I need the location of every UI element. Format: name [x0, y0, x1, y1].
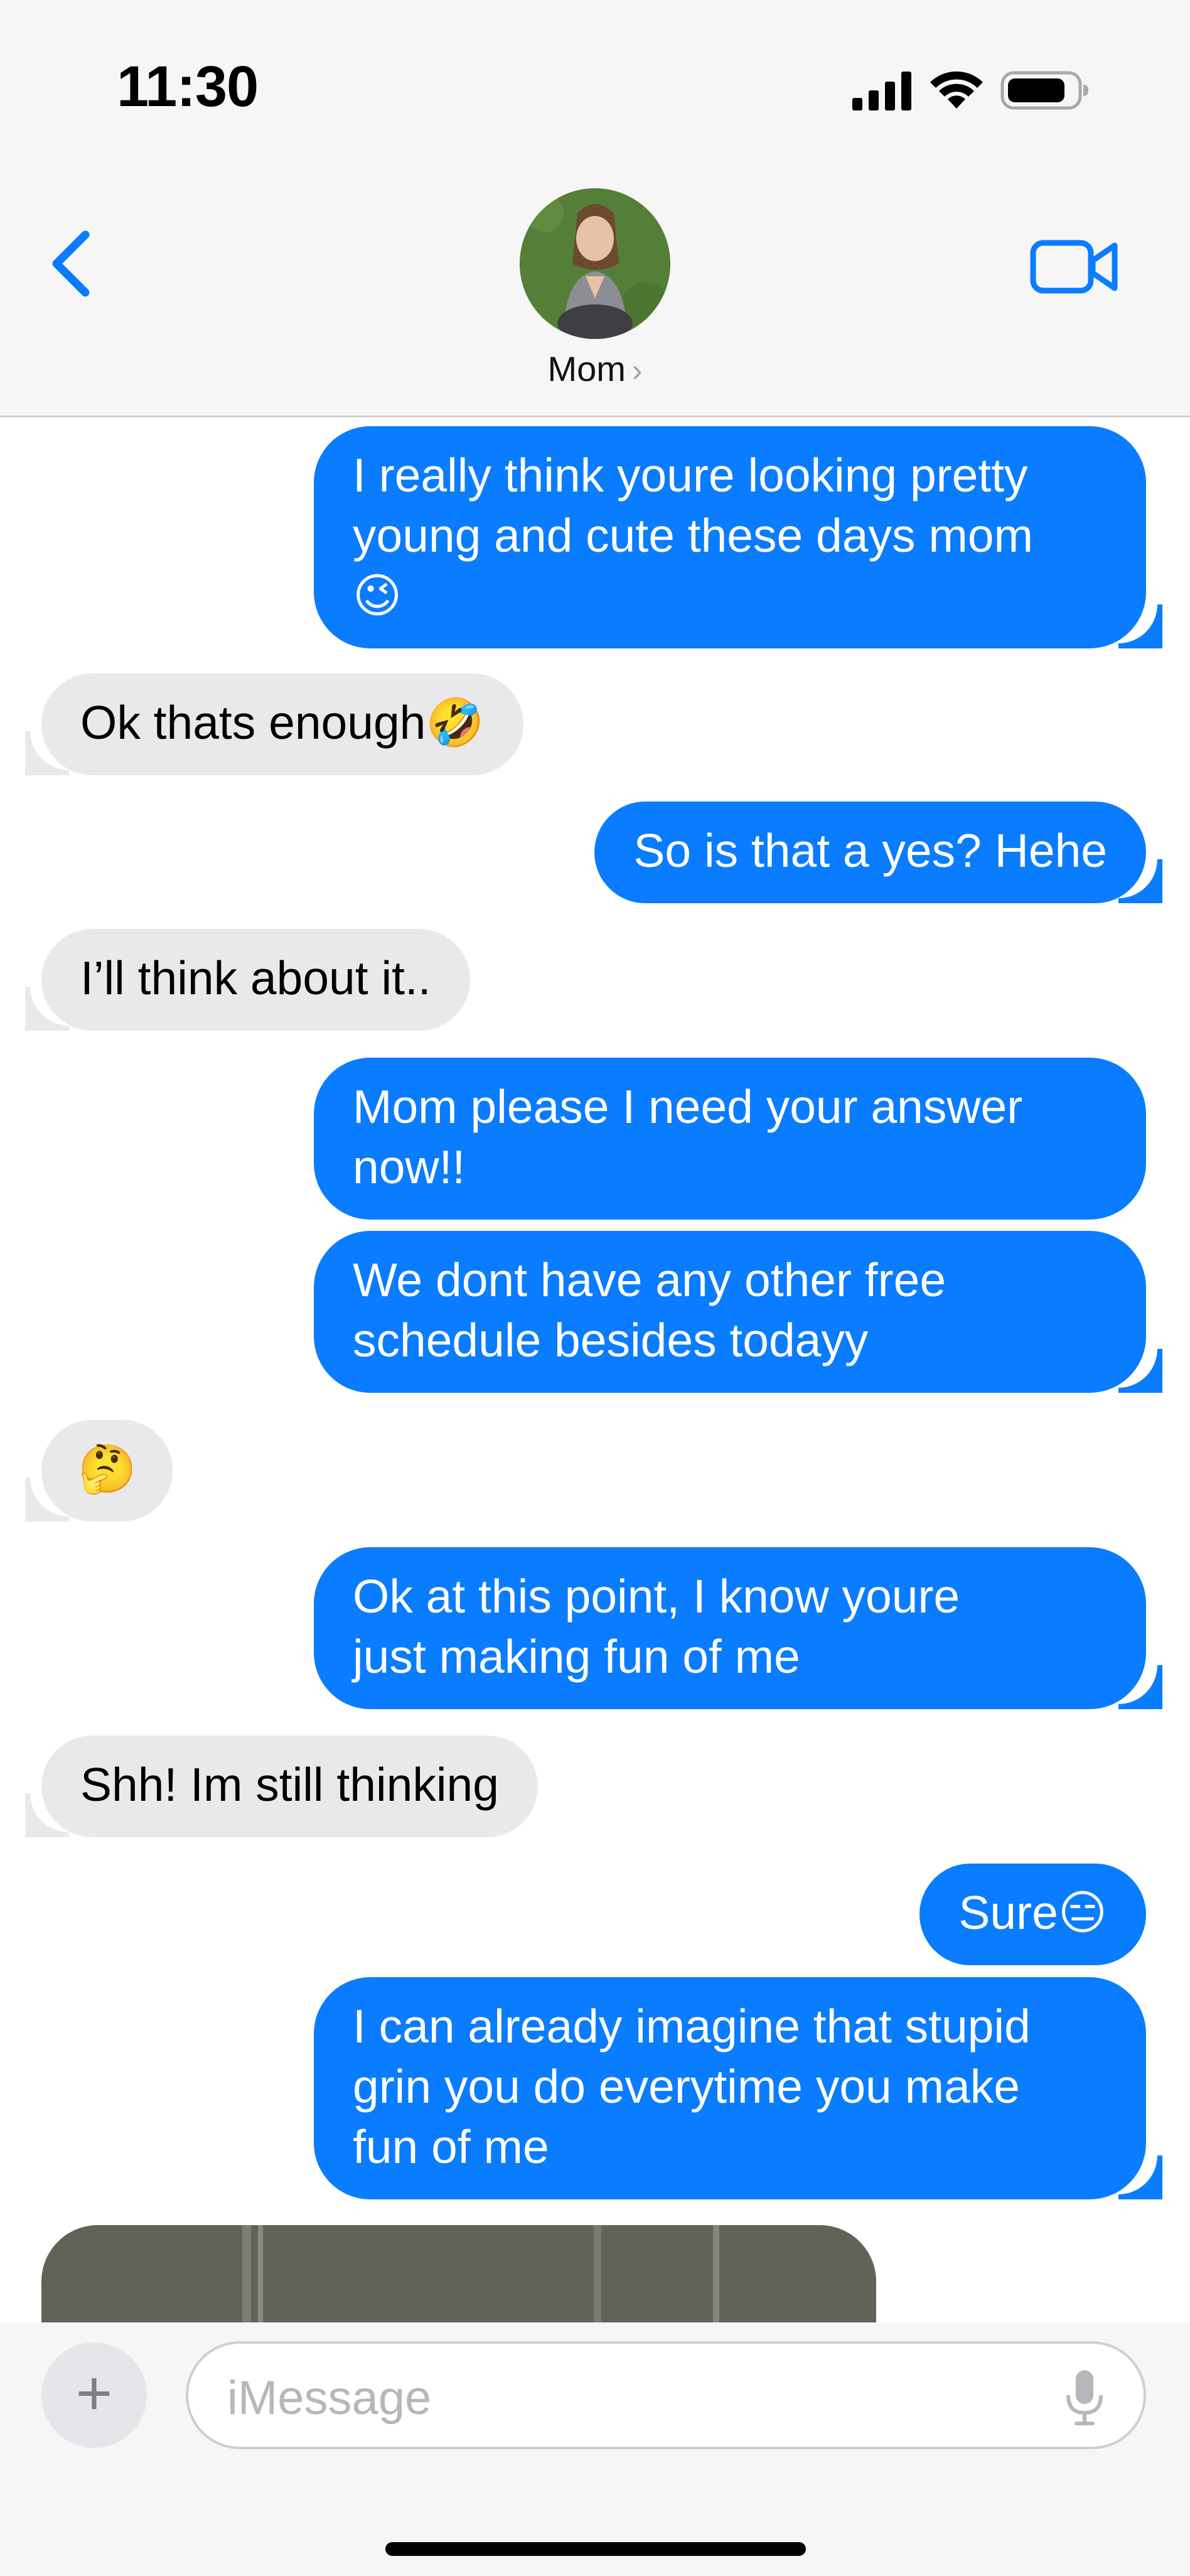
home-indicator	[385, 2542, 806, 2556]
photo-ceiling-image	[41, 2225, 876, 2326]
back-chevron-icon[interactable]	[44, 226, 100, 301]
message-input-field[interactable]	[186, 2341, 1146, 2449]
contact-name-button[interactable]: Mom ›	[0, 348, 1190, 389]
message-photo-incoming[interactable]	[41, 2225, 876, 2326]
status-icons	[852, 67, 1090, 114]
message-composer: +	[0, 2322, 1190, 2576]
conversation-header: 11:30 Mom ›	[0, 0, 1190, 417]
chevron-right-icon: ›	[631, 353, 643, 388]
video-call-icon[interactable]	[1030, 235, 1121, 298]
message-bubble-incoming[interactable]: I’ll think about it..	[25, 929, 470, 1031]
message-input[interactable]	[226, 2363, 1013, 2433]
cellular-signal-icon	[852, 72, 911, 110]
contact-avatar[interactable]	[520, 188, 670, 339]
message-list[interactable]: I really think youre looking pretty youn…	[0, 417, 1190, 2326]
message-bubble-incoming[interactable]: Ok thats enough🤣	[25, 674, 523, 775]
message-bubble-outgoing[interactable]: So is that a yes? Hehe	[594, 802, 1162, 903]
plus-button[interactable]: +	[41, 2343, 147, 2448]
wifi-icon	[930, 71, 983, 109]
message-bubble-incoming[interactable]: Shh! Im still thinking	[25, 1736, 538, 1837]
message-bubble-outgoing[interactable]: Mom please I need your answer now!!	[314, 1058, 1146, 1220]
message-bubble-outgoing[interactable]: Ok at this point, I know youre just maki…	[314, 1547, 1162, 1709]
battery-icon	[1000, 71, 1088, 110]
message-bubble-outgoing[interactable]: Sure😑	[919, 1864, 1146, 1965]
message-bubble-outgoing[interactable]: I really think youre looking pretty youn…	[314, 426, 1162, 648]
status-time: 11:30	[117, 55, 259, 119]
message-bubble-outgoing[interactable]: I can already imagine that stupid grin y…	[314, 1977, 1162, 2199]
message-bubble-outgoing[interactable]: We dont have any other free schedule bes…	[314, 1231, 1162, 1393]
microphone-icon[interactable]	[1064, 2368, 1105, 2428]
message-bubble-incoming[interactable]: 🤔	[24, 1420, 173, 1521]
contact-name: Mom	[547, 349, 626, 389]
avatar-photo	[520, 188, 670, 339]
